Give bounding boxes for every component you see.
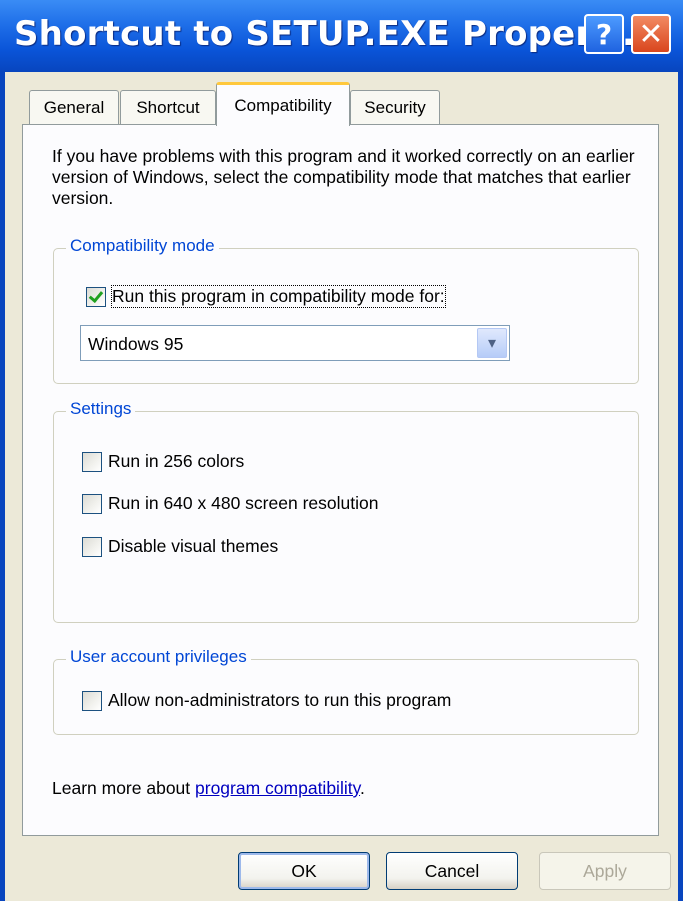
- compat-mode-checkbox-row[interactable]: Run this program in compatibility mode f…: [86, 285, 446, 308]
- setting-640x480-label[interactable]: Run in 640 x 480 screen resolution: [108, 493, 378, 514]
- tab-shortcut[interactable]: Shortcut: [120, 90, 216, 124]
- properties-dialog: Shortcut to SETUP.EXE Propert... ? ✕ Gen…: [0, 0, 683, 901]
- chevron-down-icon: ▾: [487, 335, 497, 352]
- ok-button[interactable]: OK: [238, 852, 370, 890]
- help-button[interactable]: ?: [584, 14, 624, 54]
- close-button[interactable]: ✕: [631, 14, 671, 54]
- close-icon: ✕: [638, 16, 664, 52]
- setting-640x480-row[interactable]: Run in 640 x 480 screen resolution: [82, 493, 378, 514]
- program-compatibility-link[interactable]: program compatibility: [195, 778, 360, 798]
- window-frame-right: [678, 72, 683, 901]
- learn-more-text: Learn more about program compatibility.: [52, 778, 365, 799]
- setting-disable-themes-label[interactable]: Disable visual themes: [108, 536, 278, 557]
- tab-general[interactable]: General: [29, 90, 119, 124]
- allow-non-admin-label[interactable]: Allow non-administrators to run this pro…: [108, 690, 451, 711]
- learn-more-suffix: .: [360, 778, 365, 798]
- apply-button-label: Apply: [583, 860, 627, 881]
- allow-non-admin-checkbox[interactable]: [82, 690, 102, 711]
- setting-disable-themes-row[interactable]: Disable visual themes: [82, 536, 278, 557]
- setting-disable-themes-checkbox[interactable]: [82, 536, 102, 557]
- tab-label: Compatibility: [234, 95, 332, 115]
- window-title: Shortcut to SETUP.EXE Propert...: [14, 14, 649, 54]
- tab-label: Security: [364, 97, 426, 117]
- cancel-button-label: Cancel: [424, 860, 480, 881]
- compatibility-mode-label: Compatibility mode: [66, 236, 219, 256]
- ok-button-label: OK: [291, 860, 317, 881]
- os-version-select[interactable]: Windows 95 ▾: [80, 325, 510, 361]
- description-text: If you have problems with this program a…: [52, 146, 635, 208]
- window-frame-left: [0, 72, 5, 901]
- cancel-button[interactable]: Cancel: [386, 852, 518, 890]
- title-bar[interactable]: Shortcut to SETUP.EXE Propert... ? ✕: [0, 0, 683, 72]
- tab-security[interactable]: Security: [350, 90, 440, 124]
- settings-group: [53, 411, 639, 623]
- setting-640x480-checkbox[interactable]: [82, 493, 102, 514]
- tab-label: General: [43, 97, 105, 117]
- setting-256-colors-row[interactable]: Run in 256 colors: [82, 451, 244, 472]
- help-icon: ?: [595, 17, 613, 51]
- os-version-value: Windows 95: [88, 334, 184, 354]
- allow-non-admin-row[interactable]: Allow non-administrators to run this pro…: [82, 690, 451, 711]
- dropdown-button[interactable]: ▾: [477, 328, 507, 358]
- tab-label: Shortcut: [136, 97, 200, 117]
- compat-mode-checkbox[interactable]: [86, 286, 106, 307]
- tab-compatibility[interactable]: Compatibility: [216, 82, 350, 126]
- privileges-label: User account privileges: [66, 647, 251, 667]
- learn-more-prefix: Learn more about: [52, 778, 196, 798]
- compatibility-mode-group: [53, 248, 639, 384]
- settings-label: Settings: [66, 399, 136, 419]
- setting-256-colors-label[interactable]: Run in 256 colors: [108, 451, 244, 472]
- compat-mode-checkbox-label[interactable]: Run this program in compatibility mode f…: [111, 285, 446, 308]
- apply-button: Apply: [539, 852, 671, 890]
- setting-256-colors-checkbox[interactable]: [82, 451, 102, 472]
